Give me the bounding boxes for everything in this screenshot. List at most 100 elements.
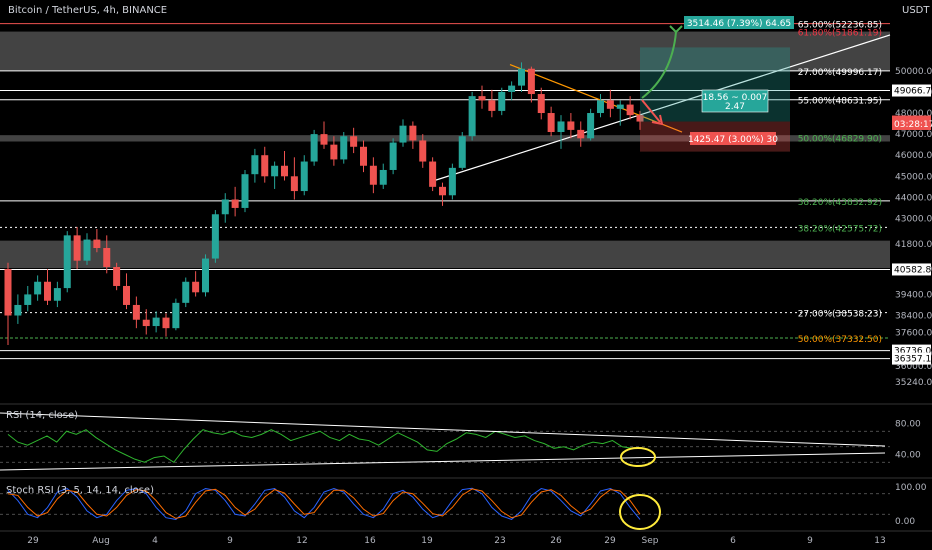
candle: [616, 104, 624, 109]
candle: [350, 136, 358, 147]
price-tick: 39400.00: [895, 290, 932, 300]
candle: [172, 302, 180, 329]
time-tick: 16: [364, 536, 376, 546]
rsi-tick: 80.00: [895, 420, 921, 430]
fib-label: 61.80%(51861.19): [798, 29, 882, 39]
candle: [577, 129, 585, 139]
candle: [53, 288, 61, 301]
candle: [221, 199, 229, 215]
candle: [360, 146, 367, 166]
time-tick: 12: [296, 536, 307, 546]
time-tick: 29: [604, 536, 616, 546]
candle: [557, 121, 565, 133]
candle: [587, 113, 595, 139]
candle: [202, 258, 209, 293]
time-tick: 13: [874, 536, 885, 546]
time-tick: Sep: [642, 536, 659, 546]
chart-title: Bitcoin / TetherUS, 4h, BINANCE: [8, 5, 168, 16]
candle: [340, 136, 348, 160]
time-tick: 4: [152, 536, 158, 546]
candle: [63, 235, 71, 289]
candle: [44, 281, 51, 301]
candle: [182, 281, 190, 303]
candle: [508, 85, 516, 92]
candle: [123, 285, 130, 305]
candle: [211, 214, 219, 259]
target-label: 3514.46 (7.39%) 64.65: [687, 19, 791, 29]
candle: [4, 269, 12, 316]
candle: [399, 125, 407, 143]
candle: [24, 294, 32, 305]
currency-label[interactable]: USDT: [902, 5, 929, 16]
candle: [162, 317, 170, 329]
time-tick: 6: [730, 536, 736, 546]
candle: [281, 165, 288, 177]
candle: [310, 134, 318, 162]
candle: [537, 94, 545, 114]
candle: [597, 100, 604, 114]
stop-label: 1425.47 (3.00%) 30: [688, 135, 778, 145]
stoch-tick: 100.00: [895, 483, 927, 493]
candle: [379, 169, 387, 185]
candle: [448, 167, 456, 196]
candle: [409, 125, 417, 141]
price-tick: 41800.00: [895, 240, 932, 250]
stoch-rsi-title: Stoch RSI (3, 5, 14, 14, close): [6, 485, 154, 496]
candle: [271, 165, 279, 177]
candle: [192, 281, 200, 293]
fib-label: 50.00%(46829.90): [798, 135, 882, 145]
candle: [458, 136, 466, 168]
candle: [142, 319, 150, 327]
candle: [488, 100, 496, 111]
fib-label: 55.00%(48631.95): [798, 97, 882, 107]
fib-label: 50.00%(37332.50): [798, 335, 882, 345]
time-tick: 19: [421, 536, 433, 546]
price-tick: 44000.00: [895, 193, 932, 203]
price-label: 03:28:17: [894, 120, 932, 130]
candle: [626, 104, 634, 116]
candle: [83, 239, 91, 261]
candle: [498, 91, 506, 111]
candle: [113, 266, 121, 286]
candle: [290, 176, 298, 192]
time-tick: 9: [807, 536, 813, 546]
candle: [103, 248, 111, 267]
time-tick: 29: [27, 536, 39, 546]
fib-label: 27.00%(38538.23): [798, 310, 882, 320]
candle: [429, 161, 437, 187]
stoch-tick: 0.00: [895, 517, 915, 527]
candle: [241, 174, 249, 208]
demand-zone: [0, 240, 890, 269]
price-tick: 45000.00: [895, 172, 932, 182]
time-tick: Aug: [92, 536, 110, 546]
time-tick: 26: [550, 536, 562, 546]
candle: [231, 199, 239, 208]
price-tick: 37600.00: [895, 328, 932, 338]
price-label: 36357.11: [894, 355, 932, 365]
candle: [606, 100, 614, 109]
rsi-tick: 40.00: [895, 451, 921, 461]
candle: [547, 113, 555, 133]
candle: [419, 140, 427, 162]
candle: [261, 155, 269, 177]
candle: [567, 121, 575, 130]
candle: [152, 317, 160, 327]
price-tick: 43000.00: [895, 214, 932, 224]
candle: [251, 155, 259, 175]
candle: [468, 96, 476, 137]
candle: [527, 68, 535, 95]
fib-label: 38.20%(43832.92): [798, 198, 882, 208]
candle: [320, 134, 328, 145]
candle: [93, 239, 101, 249]
price-tick: 38400.00: [895, 312, 932, 322]
price-tick: 46000.00: [895, 151, 932, 161]
price-tick: 35240.00: [895, 378, 932, 388]
chart-canvas[interactable]: 65.00%(52236.85)61.80%(51861.19)27.00%(4…: [0, 0, 932, 550]
candle: [369, 165, 377, 185]
time-tick: 23: [494, 536, 505, 546]
price-label: 49066.76: [894, 87, 932, 97]
candle: [73, 235, 81, 261]
rsi-title: RSI (14, close): [6, 410, 79, 421]
candle: [300, 161, 308, 192]
risk-reward-line2: 2.47: [725, 102, 745, 112]
